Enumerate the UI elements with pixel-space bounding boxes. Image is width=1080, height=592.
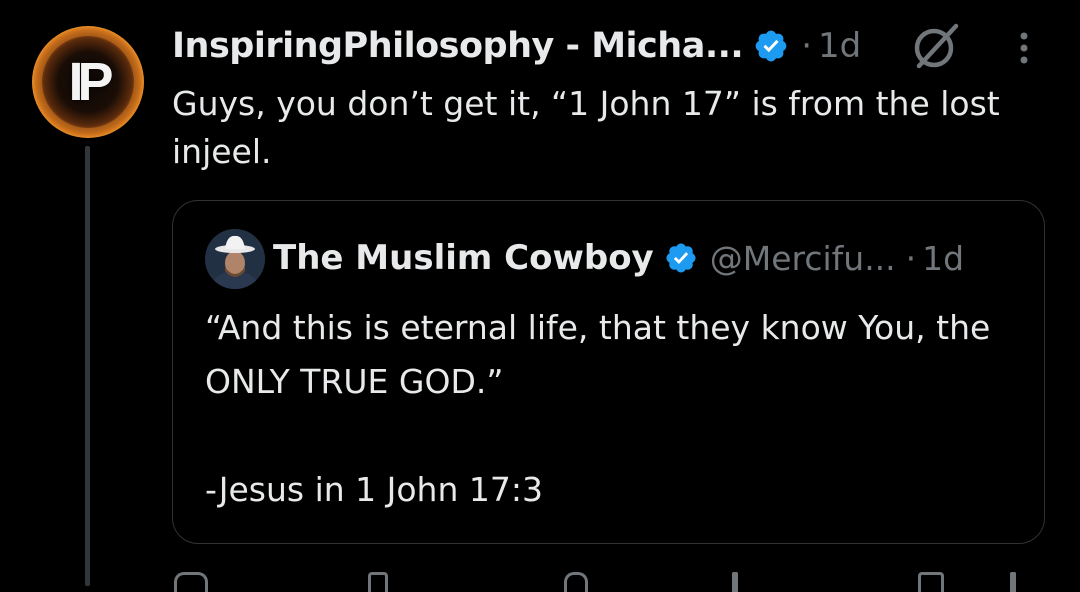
quote-author-display-name[interactable]: The Muslim Cowboy — [273, 238, 654, 278]
tweet-timestamp[interactable]: 1d — [818, 26, 861, 66]
quote-header-separator: · — [905, 238, 917, 278]
quote-timestamp[interactable]: 1d — [922, 239, 964, 278]
author-avatar[interactable]: IP — [32, 26, 144, 138]
avatar-initials: IP — [68, 52, 113, 112]
reply-icon[interactable] — [174, 572, 208, 592]
tweet-header: InspiringPhilosophy - Micha... · 1d — [172, 22, 861, 70]
thread-connector-line — [85, 146, 90, 586]
quote-tweet-card[interactable]: The Muslim Cowboy @Mercifu... · 1d “And … — [172, 200, 1045, 544]
like-icon[interactable] — [564, 572, 588, 592]
bookmark-icon[interactable] — [918, 572, 944, 592]
views-icon[interactable] — [732, 572, 738, 592]
grok-icon[interactable] — [910, 20, 962, 72]
share-icon[interactable] — [1010, 572, 1016, 592]
repost-icon[interactable] — [368, 572, 388, 592]
more-options-icon[interactable] — [1012, 28, 1036, 68]
tweet-action-bar — [172, 568, 1052, 592]
verified-badge-icon[interactable] — [753, 28, 789, 64]
quote-tweet-text: “And this is eternal life, that they kno… — [205, 308, 991, 509]
cowboy-avatar-icon — [205, 229, 265, 289]
verified-badge-icon[interactable] — [664, 241, 698, 275]
quote-author-handle[interactable]: @Mercifu... — [710, 239, 896, 278]
author-display-name[interactable]: InspiringPhilosophy - Micha... — [172, 26, 744, 66]
header-separator: · — [801, 26, 813, 66]
tweet-text: Guys, you don’t get it, “1 John 17” is f… — [172, 84, 1000, 171]
quote-header: The Muslim Cowboy @Mercifu... · 1d — [273, 233, 964, 283]
quote-author-avatar[interactable] — [205, 229, 265, 289]
